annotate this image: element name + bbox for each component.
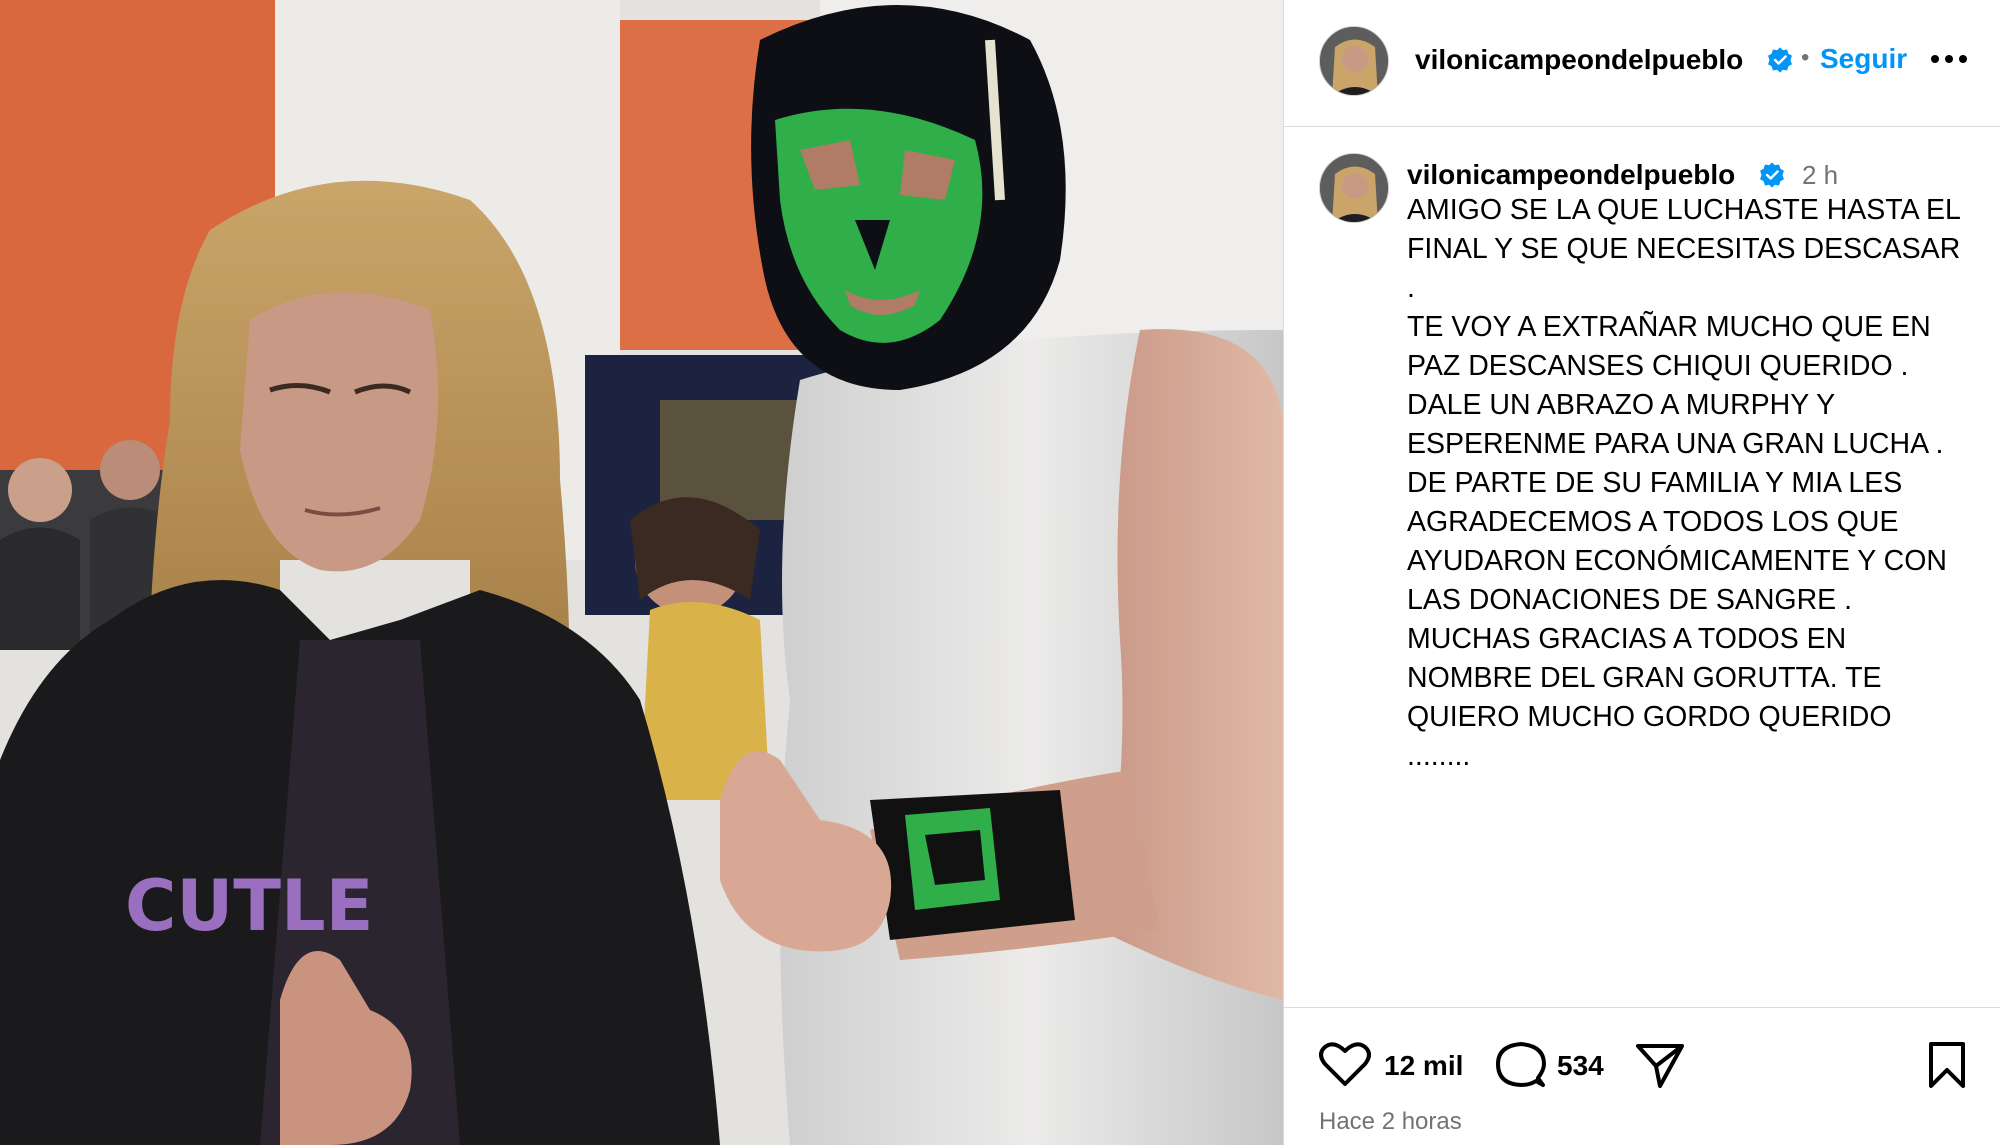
caption-line: MUCHAS GRACIAS A TODOS EN xyxy=(1407,623,1847,655)
like-button[interactable] xyxy=(1319,1040,1371,1088)
verified-badge-icon xyxy=(1760,162,1784,188)
caption-line: AGRADECEMOS A TODOS LOS QUE xyxy=(1407,506,1899,538)
save-button[interactable] xyxy=(1926,1040,1968,1090)
caption-username-link[interactable]: vilonicampeondelpueblo xyxy=(1407,159,1735,191)
separator-dot: • xyxy=(1801,44,1810,71)
caption-line: TE VOY A EXTRAÑAR MUCHO QUE EN xyxy=(1407,311,1931,343)
caption-section: vilonicampeondelpueblo 2 h AMIGO SE LA Q… xyxy=(1284,127,2000,1007)
more-options-icon[interactable] xyxy=(1930,52,1968,66)
avatar-image xyxy=(1320,27,1388,95)
heart-icon xyxy=(1319,1042,1371,1086)
username-link[interactable]: vilonicampeondelpueblo xyxy=(1415,44,1743,76)
caption-time[interactable]: 2 h xyxy=(1802,160,1838,191)
caption-line: QUIERO MUCHO GORDO QUERIDO xyxy=(1407,701,1892,733)
comments-count[interactable]: 534 xyxy=(1557,1050,1604,1082)
caption-line: NOMBRE DEL GRAN GORUTTA. TE xyxy=(1407,662,1882,694)
comment-button[interactable] xyxy=(1494,1040,1546,1090)
comment-icon xyxy=(1496,1042,1546,1087)
caption-line: DALE UN ABRAZO A MURPHY Y xyxy=(1407,389,1836,421)
post-photo[interactable]: CUTLE xyxy=(0,0,1283,1145)
caption-line: ........ xyxy=(1407,740,1471,772)
caption-line: AMIGO SE LA QUE LUCHASTE HASTA EL xyxy=(1407,194,1961,226)
caption-line: PAZ DESCANSES CHIQUI QUERIDO . xyxy=(1407,350,1909,382)
follow-button[interactable]: Seguir xyxy=(1820,43,1907,75)
caption-avatar[interactable] xyxy=(1319,153,1389,223)
share-button[interactable] xyxy=(1634,1040,1686,1090)
paper-plane-icon xyxy=(1636,1044,1684,1088)
bookmark-icon xyxy=(1929,1042,1965,1088)
avatar[interactable] xyxy=(1319,26,1389,96)
verified-badge-icon xyxy=(1768,47,1792,73)
caption-line: DE PARTE DE SU FAMILIA Y MIA LES xyxy=(1407,467,1903,499)
post-timestamp[interactable]: Hace 2 horas xyxy=(1319,1108,1462,1136)
caption-line: LAS DONACIONES DE SANGRE . xyxy=(1407,584,1853,616)
caption-line: ESPERENME PARA UNA GRAN LUCHA . xyxy=(1407,428,1944,460)
caption-line: FINAL Y SE QUE NECESITAS DESCASAR . xyxy=(1407,233,1961,304)
post-header: vilonicampeondelpueblo • Seguir xyxy=(1284,0,2000,127)
post-sidebar: vilonicampeondelpueblo • Seguir vilonica… xyxy=(1283,0,2000,1145)
caption-text: AMIGO SE LA QUE LUCHASTE HASTA EL FINAL Y… xyxy=(1407,191,1967,776)
avatar-image xyxy=(1320,154,1388,222)
action-bar: 12 mil 534 Hace 2 horas xyxy=(1284,1007,2000,1145)
post-image: CUTLE xyxy=(0,0,1283,1145)
shirt-print-text: CUTLE xyxy=(125,865,373,947)
likes-count[interactable]: 12 mil xyxy=(1384,1050,1463,1082)
caption-line: AYUDARON ECONÓMICAMENTE Y CON xyxy=(1407,545,1947,577)
